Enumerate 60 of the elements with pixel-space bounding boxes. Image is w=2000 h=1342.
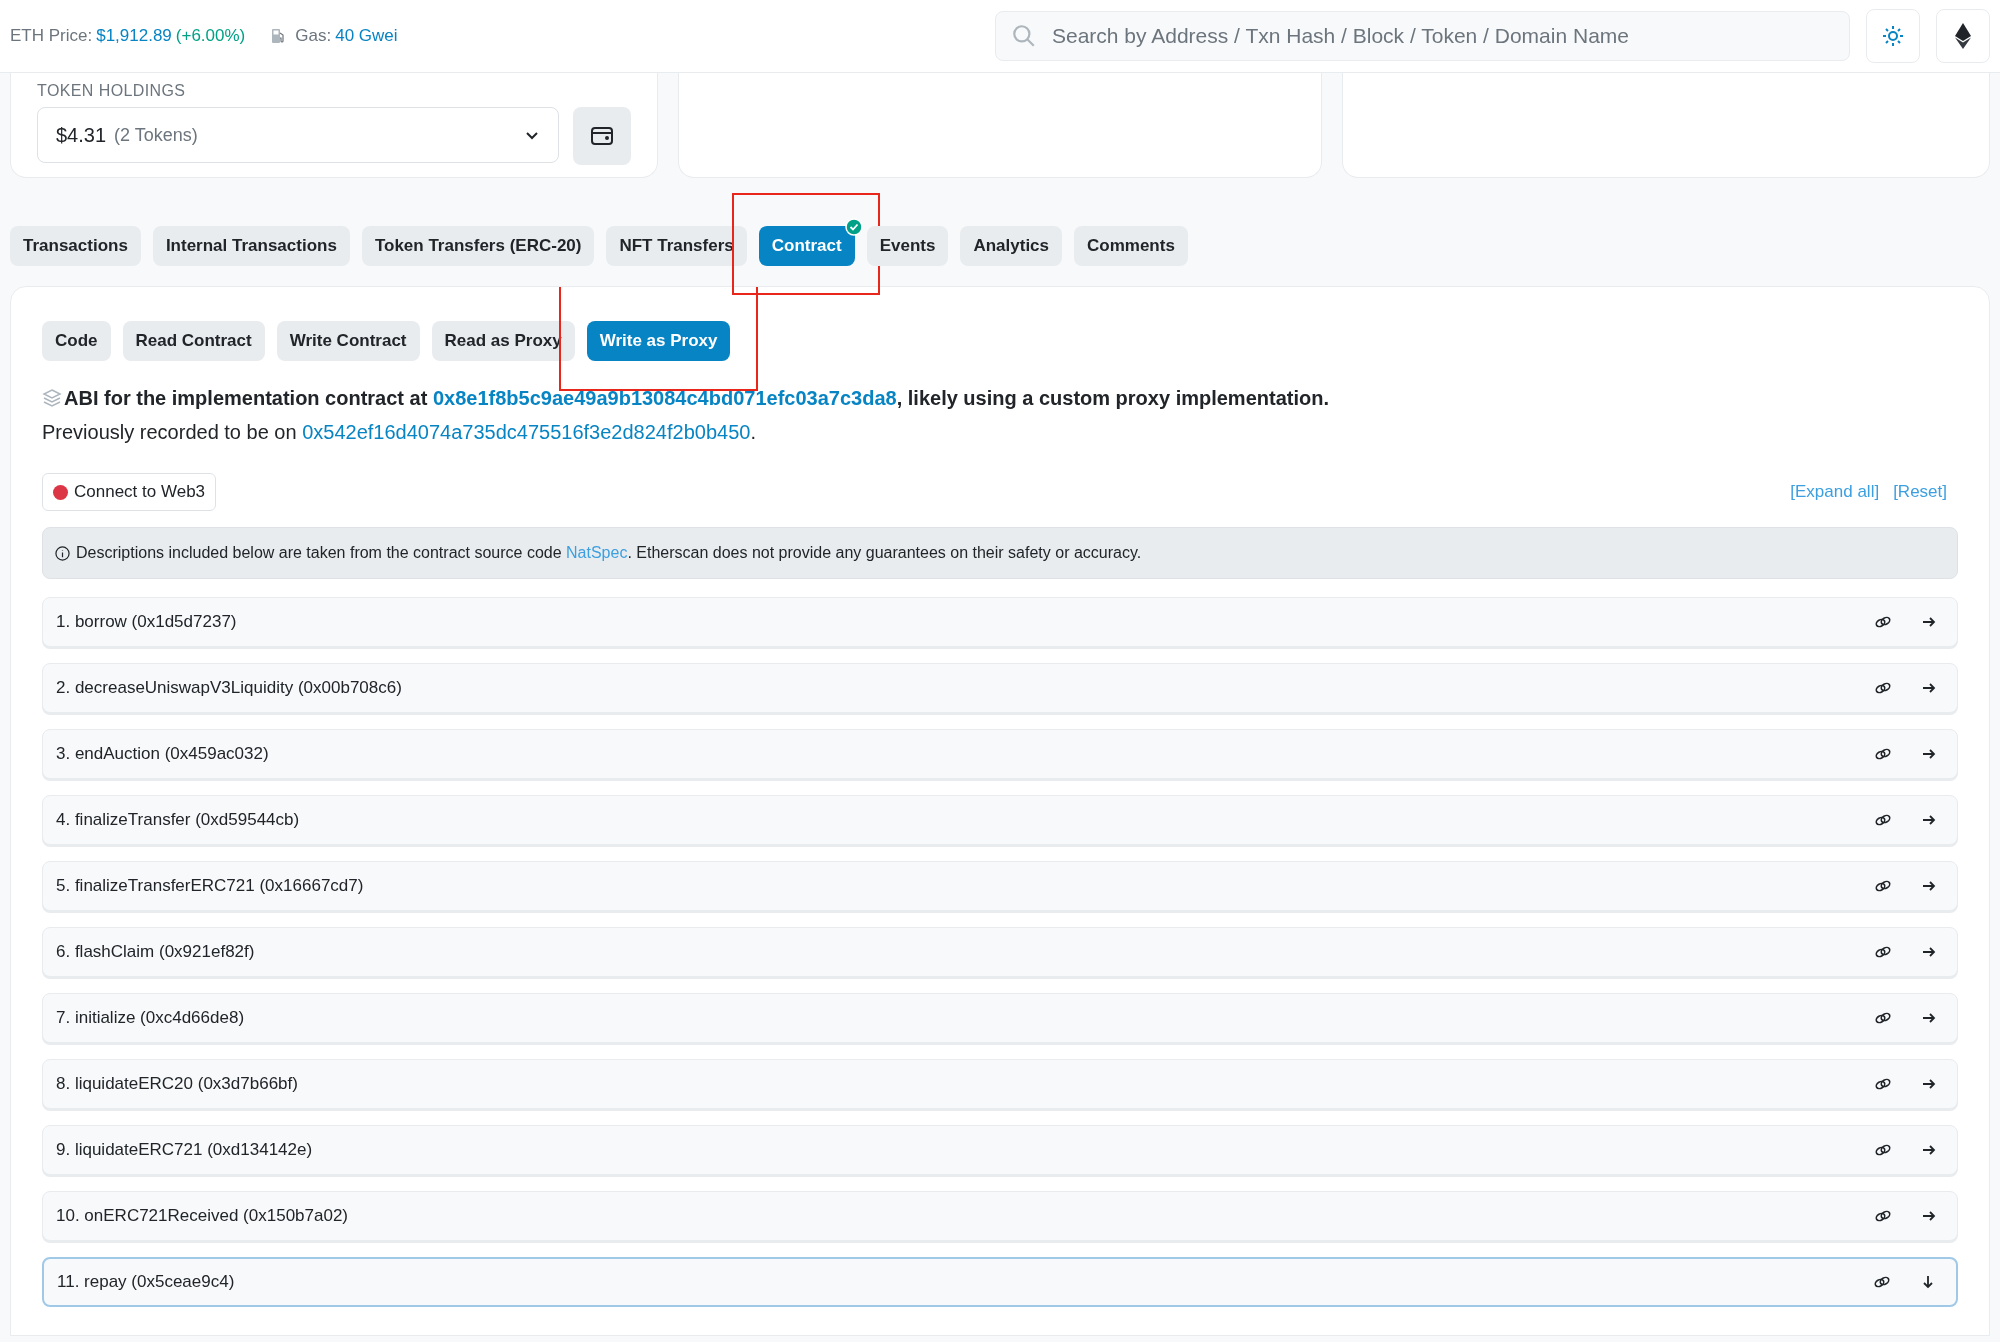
function-name: 1. borrow (0x1d5d7237) xyxy=(56,611,237,634)
natspec-notice-text: Descriptions included below are taken from the contract source code NatSpec. Etherscan does not provide any guarantees on their safety or accuracy. xyxy=(76,543,1142,563)
function-row[interactable]: 8. liquidateERC20 (0x3d7b66bf) xyxy=(42,1059,1958,1109)
function-row[interactable]: 7. initialize (0xc4d66de8) xyxy=(42,993,1958,1043)
token-value: $4.31 xyxy=(56,123,107,148)
function-row[interactable]: 2. decreaseUniswapV3Liquidity (0x00b708c6) xyxy=(42,663,1958,713)
subtab[interactable]: Read Contract xyxy=(122,321,265,361)
tab[interactable]: Contract xyxy=(758,226,855,266)
ethereum-icon xyxy=(1955,23,1971,49)
function-name: 3. endAuction (0x459ac032) xyxy=(56,743,269,766)
tab[interactable]: Comments xyxy=(1074,226,1188,266)
function-name: 6. flashClaim (0x921ef82f) xyxy=(56,941,255,964)
function-name: 10. onERC721Received (0x150b7a02) xyxy=(56,1205,349,1228)
function-name: 4. finalizeTransfer (0xd59544cb) xyxy=(56,809,300,832)
eth-price-label: ETH Price: xyxy=(10,25,93,48)
eth-price-link[interactable]: $1,912.89 xyxy=(96,23,172,49)
function-name: 2. decreaseUniswapV3Liquidity (0x00b708c6) xyxy=(56,677,402,700)
arrow-down-icon[interactable] xyxy=(1920,1274,1936,1290)
token-holdings-label: TOKEN HOLDINGS xyxy=(37,81,187,101)
tab[interactable]: Analytics xyxy=(960,226,1062,266)
function-row[interactable]: 6. flashClaim (0x921ef82f) xyxy=(42,927,1958,977)
tab[interactable]: Transactions xyxy=(10,226,141,266)
subtab[interactable]: Write as Proxy xyxy=(586,321,731,361)
gas-label: Gas: xyxy=(295,25,332,48)
implementation-address-link[interactable]: 0x8e1f8b5c9ae49a9b13084c4bd071efc03a7c3da8 xyxy=(432,387,897,409)
token-holdings-dropdown[interactable]: $4.31 (2 Tokens) xyxy=(37,107,560,163)
network-button[interactable] xyxy=(1936,9,1990,63)
function-row[interactable]: 10. onERC721Received (0x150b7a02) xyxy=(42,1191,1958,1241)
subtab[interactable]: Code xyxy=(42,321,111,361)
wallet-button[interactable] xyxy=(573,107,631,165)
wallet-icon xyxy=(591,126,614,146)
function-row[interactable]: 9. liquidateERC721 (0xd134142e) xyxy=(42,1125,1958,1175)
info-icon xyxy=(55,545,70,561)
abi-notice-text: ABI for the implementation contract at 0x8e1f8b5c9ae49a9b13084c4bd071efc03a7c3da8, likely using a custom proxy implementation. xyxy=(64,386,1329,411)
previous-address-text: Previously recorded to be on 0x542ef16d4074a735dc475516f3e2d824f2b0b450. xyxy=(42,420,757,445)
tab[interactable]: NFT Transfers xyxy=(606,226,747,266)
function-row[interactable]: 3. endAuction (0x459ac032) xyxy=(42,729,1958,779)
search-field[interactable]: Search by Address / Txn Hash / Block / Token / Domain Name xyxy=(995,11,1850,61)
function-row[interactable]: 4. finalizeTransfer (0xd59544cb) xyxy=(42,795,1958,845)
connect-web3-button[interactable]: Connect to Web3 xyxy=(42,473,217,511)
sun-icon xyxy=(1882,25,1904,47)
gas-value-link[interactable]: 40 Gwei xyxy=(335,23,398,49)
theme-toggle-button[interactable] xyxy=(1866,9,1920,63)
function-row[interactable]: 11. repay (0x5ceae9c4) xyxy=(42,1257,1958,1307)
subtab[interactable]: Write Contract xyxy=(276,321,420,361)
function-row[interactable]: 1. borrow (0x1d5d7237) xyxy=(42,597,1958,647)
search-icon xyxy=(1011,23,1037,49)
token-count: (2 Tokens) xyxy=(114,123,198,147)
eth-price-change: (+6.00%) xyxy=(175,25,246,48)
previous-address-link[interactable]: 0x542ef16d4074a735dc475516f3e2d824f2b0b450 xyxy=(302,421,751,443)
function-name: 7. initialize (0xc4d66de8) xyxy=(56,1007,245,1030)
function-name: 5. finalizeTransferERC721 (0x16667cd7) xyxy=(56,875,364,898)
tab[interactable]: Events xyxy=(866,226,949,266)
tab[interactable]: Token Transfers (ERC-20) xyxy=(361,226,595,266)
function-name: 11. repay (0x5ceae9c4) xyxy=(57,1271,235,1294)
layers-icon xyxy=(42,388,62,408)
function-row[interactable]: 5. finalizeTransferERC721 (0x16667cd7) xyxy=(42,861,1958,911)
tab[interactable]: Internal Transactions xyxy=(152,226,350,266)
function-name: 8. liquidateERC20 (0x3d7b66bf) xyxy=(56,1073,298,1096)
function-name: 9. liquidateERC721 (0xd134142e) xyxy=(56,1139,313,1162)
